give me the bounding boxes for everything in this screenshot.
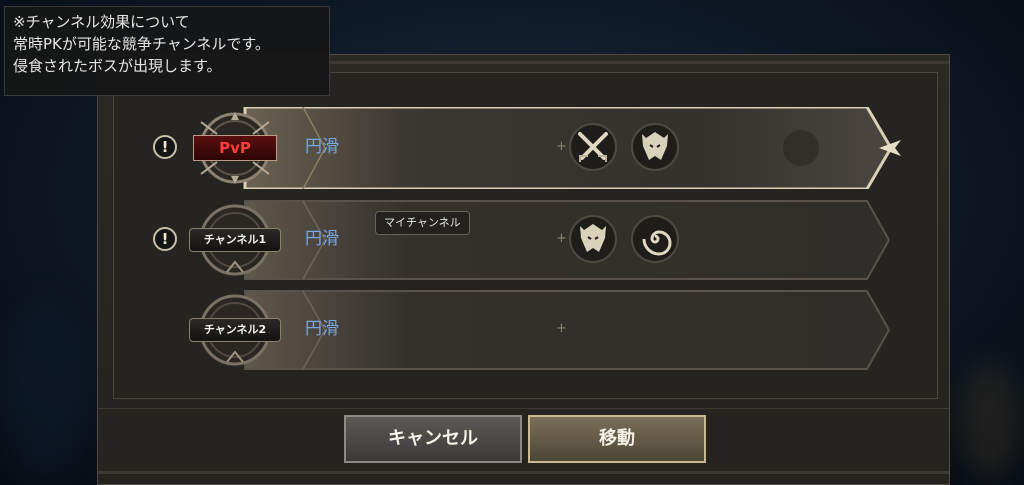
crossed-swords-icon xyxy=(568,122,618,172)
tooltip-line: ※チャンネル効果について xyxy=(13,13,190,31)
warning-icon[interactable]: ! xyxy=(153,135,177,159)
background-light xyxy=(960,360,1020,480)
cancel-button[interactable]: キャンセル xyxy=(344,415,522,463)
tooltip-line: 侵食されたボスが出現します。 xyxy=(13,57,222,75)
move-button[interactable]: 移動 xyxy=(528,415,706,463)
demon-boss-icon xyxy=(568,214,618,264)
channel-row-2[interactable]: チャンネル2 円滑 + xyxy=(153,289,903,371)
tooltip-line: 常時PKが可能な競争チャンネルです。 xyxy=(13,35,270,53)
my-channel-badge: マイチャンネル xyxy=(375,211,470,235)
demon-boss-icon xyxy=(630,122,680,172)
channel-name-pvp: PvP xyxy=(193,135,277,161)
divider-mark: + xyxy=(556,139,567,154)
warning-icon[interactable]: ! xyxy=(153,227,177,251)
dialog-bottom-trim xyxy=(98,471,949,474)
vortex-icon xyxy=(630,214,680,264)
divider-mark: + xyxy=(556,321,567,336)
channel-select-dialog: ! PvP 円滑 + ! チャンネル1 円滑 マイチャンネル + チャンネル2 … xyxy=(97,54,950,485)
channel-name-2: チャンネル2 xyxy=(189,318,281,342)
channel-row-1[interactable]: ! チャンネル1 円滑 マイチャンネル + xyxy=(153,199,903,281)
background-shadow xyxy=(0,300,90,480)
channel-effect-tooltip: ※チャンネル効果について 常時PKが可能な競争チャンネルです。 侵食されたボスが… xyxy=(4,6,330,96)
channel-status: 円滑 xyxy=(305,319,339,339)
channel-status: 円滑 xyxy=(305,229,339,249)
channel-name-1: チャンネル1 xyxy=(189,228,281,252)
footer-divider xyxy=(98,408,949,409)
divider-mark: + xyxy=(556,231,567,246)
channel-row-pvp[interactable]: ! PvP 円滑 + xyxy=(153,107,903,189)
channel-status: 円滑 xyxy=(305,137,339,157)
